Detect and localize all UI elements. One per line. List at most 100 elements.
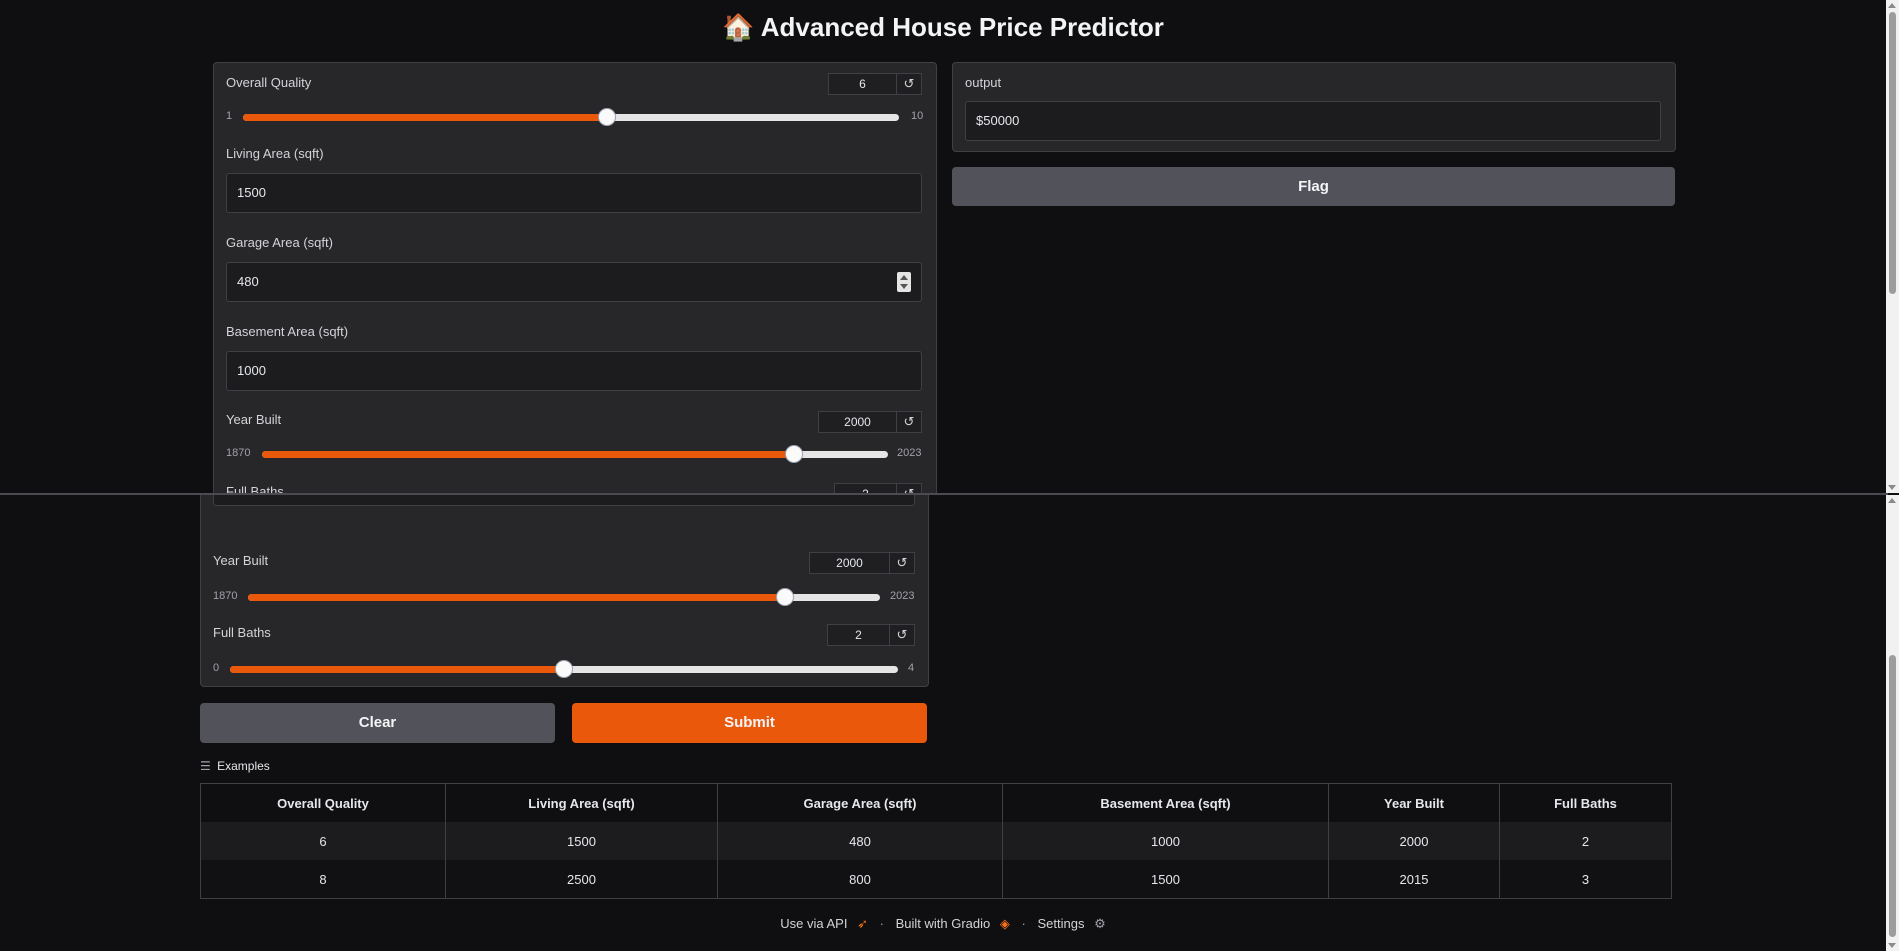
full-baths-number-input[interactable]: 2 ↺ — [827, 624, 915, 646]
examples-header-row: Overall Quality Living Area (sqft) Garag… — [200, 783, 1672, 822]
example-cell[interactable]: 2500 — [445, 860, 718, 899]
top-scrollbar[interactable] — [1886, 0, 1899, 493]
slider-fill — [243, 114, 608, 121]
example-cell[interactable]: 2000 — [1328, 822, 1500, 860]
slider-thumb[interactable] — [555, 660, 573, 678]
reset-icon[interactable]: ↺ — [890, 625, 914, 645]
output-panel: output $50000 — [952, 62, 1676, 152]
example-cell[interactable]: 6 — [200, 822, 446, 860]
input-panel-scrolled: 1000 Year Built 2000 ↺ 1870 2023 Full Ba… — [200, 495, 929, 687]
page-title-text: Advanced House Price Predictor — [760, 12, 1164, 42]
garage-area-label: Garage Area (sqft) — [226, 235, 333, 250]
example-cell[interactable]: 480 — [717, 822, 1003, 860]
reset-icon[interactable]: ↺ — [897, 412, 921, 432]
gear-icon: ⚙ — [1094, 916, 1106, 931]
example-row[interactable]: 8 2500 800 1500 2015 3 — [200, 860, 1672, 899]
full-baths-label: Full Baths — [226, 484, 284, 493]
slider-fill — [230, 666, 564, 673]
scroll-down-icon[interactable] — [1888, 943, 1896, 948]
year-built-label: Year Built — [226, 412, 282, 427]
year-built-slider[interactable] — [248, 588, 880, 606]
footer-separator: · — [1021, 916, 1026, 931]
full-baths-value[interactable]: 2 — [835, 484, 897, 493]
slider-thumb[interactable] — [784, 445, 803, 463]
footer: Use via API ➶ · Built with Gradio ◈ · Se… — [0, 916, 1886, 932]
bottom-pane: 1000 Year Built 2000 ↺ 1870 2023 Full Ba… — [0, 495, 1886, 951]
scroll-thumb[interactable] — [1889, 12, 1896, 294]
slider-fill — [262, 451, 794, 458]
house-icon: 🏠 — [722, 12, 755, 42]
example-cell[interactable]: 1000 — [1002, 822, 1329, 860]
scroll-up-icon[interactable] — [1888, 3, 1896, 8]
full-baths-min: 0 — [213, 662, 220, 674]
full-baths-label: Full Baths — [213, 625, 271, 640]
example-cell[interactable]: 1500 — [445, 822, 718, 860]
settings-link[interactable]: Settings — [1037, 916, 1084, 931]
slider-thumb[interactable] — [776, 588, 794, 606]
scroll-thumb[interactable] — [1889, 655, 1896, 937]
example-cell[interactable]: 2015 — [1328, 860, 1500, 899]
output-textbox[interactable]: $50000 — [965, 101, 1661, 141]
overall-quality-label: Overall Quality — [226, 75, 312, 90]
year-built-value[interactable]: 2000 — [819, 412, 897, 432]
column-header: Overall Quality — [200, 783, 446, 822]
column-header: Basement Area (sqft) — [1002, 783, 1329, 822]
example-cell[interactable]: 3 — [1499, 860, 1672, 899]
example-cell[interactable]: 2 — [1499, 822, 1672, 860]
examples-label: Examples — [217, 759, 270, 773]
basement-area-input[interactable]: 1000 — [226, 351, 922, 391]
column-header: Living Area (sqft) — [445, 783, 718, 822]
basement-area-label: Basement Area (sqft) — [226, 324, 349, 339]
built-with-gradio-link[interactable]: Built with Gradio — [896, 916, 991, 931]
year-built-max: 2023 — [890, 590, 915, 602]
example-row[interactable]: 6 1500 480 1000 2000 2 — [200, 822, 1672, 860]
full-baths-slider[interactable] — [230, 660, 898, 678]
overall-quality-value[interactable]: 6 — [829, 74, 897, 94]
year-built-label: Year Built — [213, 553, 269, 568]
overall-quality-number-input[interactable]: 6 ↺ — [828, 73, 922, 95]
year-built-number-input[interactable]: 2000 ↺ — [818, 411, 922, 433]
column-header: Year Built — [1328, 783, 1500, 822]
garage-area-value[interactable]: 480 — [237, 274, 259, 289]
input-panel: Overall Quality 6 ↺ 1 10 Living Area (sq… — [213, 62, 937, 493]
clear-button[interactable]: Clear — [200, 703, 555, 743]
slider-thumb[interactable] — [598, 108, 617, 126]
full-baths-number-input[interactable]: 2 ↺ — [834, 483, 922, 493]
living-area-label: Living Area (sqft) — [226, 146, 324, 161]
overall-quality-slider[interactable] — [243, 108, 899, 126]
basement-area-input[interactable]: 1000 — [213, 495, 915, 506]
reset-icon[interactable]: ↺ — [897, 74, 921, 94]
reset-icon[interactable]: ↺ — [890, 553, 914, 573]
year-built-value[interactable]: 2000 — [810, 553, 890, 573]
example-cell[interactable]: 8 — [200, 860, 446, 899]
full-baths-value[interactable]: 2 — [828, 625, 890, 645]
number-spinner[interactable] — [897, 272, 911, 292]
scroll-up-icon[interactable] — [1888, 498, 1896, 503]
flag-button[interactable]: Flag — [952, 167, 1675, 206]
living-area-input[interactable]: 1500 — [226, 173, 922, 213]
spinner-up-icon[interactable] — [900, 275, 908, 280]
example-cell[interactable]: 1500 — [1002, 860, 1329, 899]
spinner-down-icon[interactable] — [900, 284, 908, 289]
overall-quality-max: 10 — [911, 110, 924, 122]
rocket-icon: ➶ — [857, 916, 868, 931]
column-header: Garage Area (sqft) — [717, 783, 1003, 822]
full-baths-max: 4 — [908, 662, 915, 674]
year-built-slider[interactable] — [262, 445, 888, 463]
year-built-min: 1870 — [213, 590, 238, 602]
reset-icon[interactable]: ↺ — [897, 484, 921, 493]
submit-button[interactable]: Submit — [572, 703, 927, 743]
year-built-min: 1870 — [226, 447, 251, 459]
top-pane: 🏠 Advanced House Price Predictor Overall… — [0, 0, 1886, 493]
scroll-down-icon[interactable] — [1888, 485, 1896, 490]
footer-separator: · — [879, 916, 884, 931]
examples-table: Overall Quality Living Area (sqft) Garag… — [200, 783, 1672, 899]
bottom-scrollbar[interactable] — [1886, 495, 1899, 951]
column-header: Full Baths — [1554, 795, 1617, 811]
use-via-api-link[interactable]: Use via API — [780, 916, 847, 931]
list-icon: ☰ — [200, 759, 211, 773]
overall-quality-min: 1 — [226, 110, 233, 122]
year-built-number-input[interactable]: 2000 ↺ — [809, 552, 915, 574]
example-cell[interactable]: 800 — [717, 860, 1003, 899]
garage-area-input[interactable]: 480 — [226, 262, 922, 302]
